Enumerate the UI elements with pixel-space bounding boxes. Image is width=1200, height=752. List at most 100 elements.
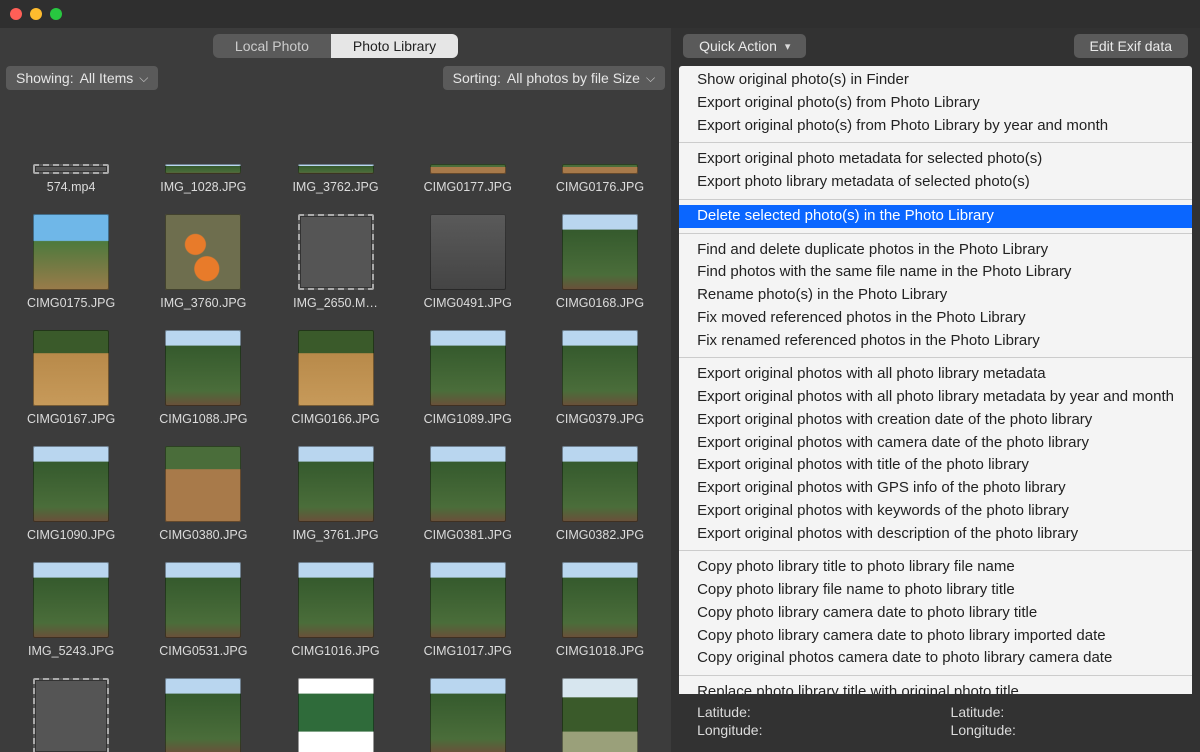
photo-cell[interactable]: CIMG1089.JPG (419, 330, 517, 426)
photo-cell[interactable]: IMG_1028.JPG (154, 98, 252, 194)
photo-thumbnail[interactable] (298, 446, 374, 522)
photo-cell[interactable]: CIMG0168.JPG (551, 214, 649, 310)
photo-thumbnail[interactable] (430, 214, 506, 290)
window-zoom-icon[interactable] (50, 8, 62, 20)
photo-thumbnail[interactable] (562, 562, 638, 638)
photo-thumbnail[interactable] (165, 330, 241, 406)
photo-cell[interactable]: CIMG1090.JPG (22, 446, 120, 542)
photo-thumbnail[interactable] (33, 562, 109, 638)
quick-action-item[interactable]: Replace photo library title with origina… (679, 681, 1192, 694)
photo-thumbnail[interactable] (562, 214, 638, 290)
window-close-icon[interactable] (10, 8, 22, 20)
edit-exif-label: Edit Exif data (1090, 38, 1173, 54)
photo-thumbnail[interactable] (430, 164, 506, 174)
photo-cell[interactable]: 0H6A6612.J… (286, 678, 384, 752)
quick-action-item[interactable]: Export original photo(s) from Photo Libr… (679, 115, 1192, 138)
photo-cell[interactable]: IMG_3760.JPG (154, 214, 252, 310)
photo-thumbnail[interactable] (33, 214, 109, 290)
photo-thumbnail[interactable] (298, 214, 374, 290)
sorting-dropdown[interactable]: Sorting: All photos by file Size (443, 66, 665, 90)
photo-cell[interactable]: CIMG1088.JPG (154, 330, 252, 426)
quick-action-item[interactable]: Fix renamed referenced photos in the Pho… (679, 330, 1192, 353)
showing-dropdown[interactable]: Showing: All Items (6, 66, 158, 90)
photo-thumbnail[interactable] (430, 678, 506, 752)
photo-thumbnail[interactable] (430, 446, 506, 522)
photo-cell[interactable]: CIMG0166.JPG (286, 330, 384, 426)
quick-action-item[interactable]: Export original photos with all photo li… (679, 363, 1192, 386)
quick-action-item[interactable]: Copy photo library title to photo librar… (679, 556, 1192, 579)
tab-local-photo[interactable]: Local Photo (213, 34, 331, 58)
photo-thumbnail[interactable] (165, 164, 241, 174)
photo-caption: IMG_3762.JPG (292, 180, 378, 194)
quick-action-item[interactable]: Delete selected photo(s) in the Photo Li… (679, 205, 1192, 228)
quick-action-item[interactable]: Export original photos with keywords of … (679, 500, 1192, 523)
photo-thumbnail[interactable] (33, 164, 109, 174)
photo-cell[interactable]: 574.mp4 (22, 98, 120, 194)
photo-cell[interactable]: CIMG1018.JPG (551, 562, 649, 658)
photo-cell[interactable]: CIMG1017.JPG (419, 562, 517, 658)
quick-action-item[interactable]: Export original photos with camera date … (679, 432, 1192, 455)
photo-cell[interactable]: CIMG0530.JPG (154, 678, 252, 752)
photo-cell[interactable]: IMG_3762.JPG (286, 98, 384, 194)
photo-cell[interactable]: CIMG0491.JPG (419, 214, 517, 310)
tab-photo-library[interactable]: Photo Library (331, 34, 458, 58)
photo-cell[interactable]: IMG_3573.JPG (551, 678, 649, 752)
sorting-value: All photos by file Size (507, 70, 640, 86)
quick-action-item[interactable]: Export original photos with GPS info of … (679, 477, 1192, 500)
quick-action-item[interactable]: Export original photos with description … (679, 523, 1192, 546)
photo-cell[interactable]: IMG_2650.M… (286, 214, 384, 310)
photo-thumbnail[interactable] (430, 330, 506, 406)
quick-action-dropdown[interactable]: Quick Action (683, 34, 806, 58)
quick-action-item[interactable]: Export original photos with title of the… (679, 454, 1192, 477)
photo-cell[interactable]: IMG_3761.JPG (286, 446, 384, 542)
photo-cell[interactable]: CIMG0381.JPG (419, 446, 517, 542)
photo-cell[interactable]: CIMG0380.JPG (154, 446, 252, 542)
quick-action-item[interactable]: Export photo library metadata of selecte… (679, 171, 1192, 194)
window-minimize-icon[interactable] (30, 8, 42, 20)
photo-thumbnail[interactable] (298, 330, 374, 406)
photo-cell[interactable]: CIMG1016.JPG (286, 562, 384, 658)
quick-action-item[interactable]: Copy photo library camera date to photo … (679, 625, 1192, 648)
quick-action-item[interactable]: Export original photo metadata for selec… (679, 148, 1192, 171)
photo-thumbnail[interactable] (562, 678, 638, 752)
photo-thumbnail[interactable] (165, 678, 241, 752)
photo-thumbnail[interactable] (165, 562, 241, 638)
photo-cell[interactable]: IMG_4838.M… (22, 678, 120, 752)
photo-thumbnail[interactable] (298, 164, 374, 174)
photo-thumbnail[interactable] (165, 214, 241, 290)
quick-action-item[interactable]: Copy original photos camera date to phot… (679, 647, 1192, 670)
photo-thumbnail[interactable] (33, 678, 109, 752)
quick-action-item[interactable]: Fix moved referenced photos in the Photo… (679, 307, 1192, 330)
quick-action-item[interactable]: Copy photo library camera date to photo … (679, 602, 1192, 625)
quick-action-item[interactable]: Find and delete duplicate photos in the … (679, 239, 1192, 262)
photo-thumbnail[interactable] (562, 330, 638, 406)
photo-cell[interactable]: CIMG0177.JPG (419, 98, 517, 194)
photo-cell[interactable]: IMG_5243.JPG (22, 562, 120, 658)
photo-caption: CIMG1090.JPG (27, 528, 115, 542)
photo-cell[interactable]: CIMG0176.JPG (551, 98, 649, 194)
quick-action-item[interactable]: Export original photos with creation dat… (679, 409, 1192, 432)
photo-thumbnail[interactable] (165, 446, 241, 522)
photo-cell[interactable]: CIMG0175.JPG (22, 214, 120, 310)
photo-cell[interactable]: CIMG1083.JPG (419, 678, 517, 752)
photo-thumbnail[interactable] (298, 678, 374, 752)
photo-cell[interactable]: CIMG0531.JPG (154, 562, 252, 658)
quick-action-item[interactable]: Rename photo(s) in the Photo Library (679, 284, 1192, 307)
photo-thumbnail[interactable] (430, 562, 506, 638)
photo-cell[interactable]: CIMG0382.JPG (551, 446, 649, 542)
photo-thumbnail[interactable] (33, 330, 109, 406)
quick-action-item[interactable]: Copy photo library file name to photo li… (679, 579, 1192, 602)
photo-caption: CIMG1018.JPG (556, 644, 644, 658)
quick-action-item[interactable]: Show original photo(s) in Finder (679, 69, 1192, 92)
photo-thumbnail[interactable] (33, 446, 109, 522)
quick-action-item[interactable]: Export original photo(s) from Photo Libr… (679, 92, 1192, 115)
photo-thumbnail[interactable] (562, 164, 638, 174)
photo-thumbnail[interactable] (562, 446, 638, 522)
quick-action-menu: Show original photo(s) in FinderExport o… (679, 66, 1192, 694)
quick-action-item[interactable]: Export original photos with all photo li… (679, 386, 1192, 409)
photo-cell[interactable]: CIMG0167.JPG (22, 330, 120, 426)
quick-action-item[interactable]: Find photos with the same file name in t… (679, 261, 1192, 284)
photo-cell[interactable]: CIMG0379.JPG (551, 330, 649, 426)
edit-exif-button[interactable]: Edit Exif data (1074, 34, 1189, 58)
photo-thumbnail[interactable] (298, 562, 374, 638)
